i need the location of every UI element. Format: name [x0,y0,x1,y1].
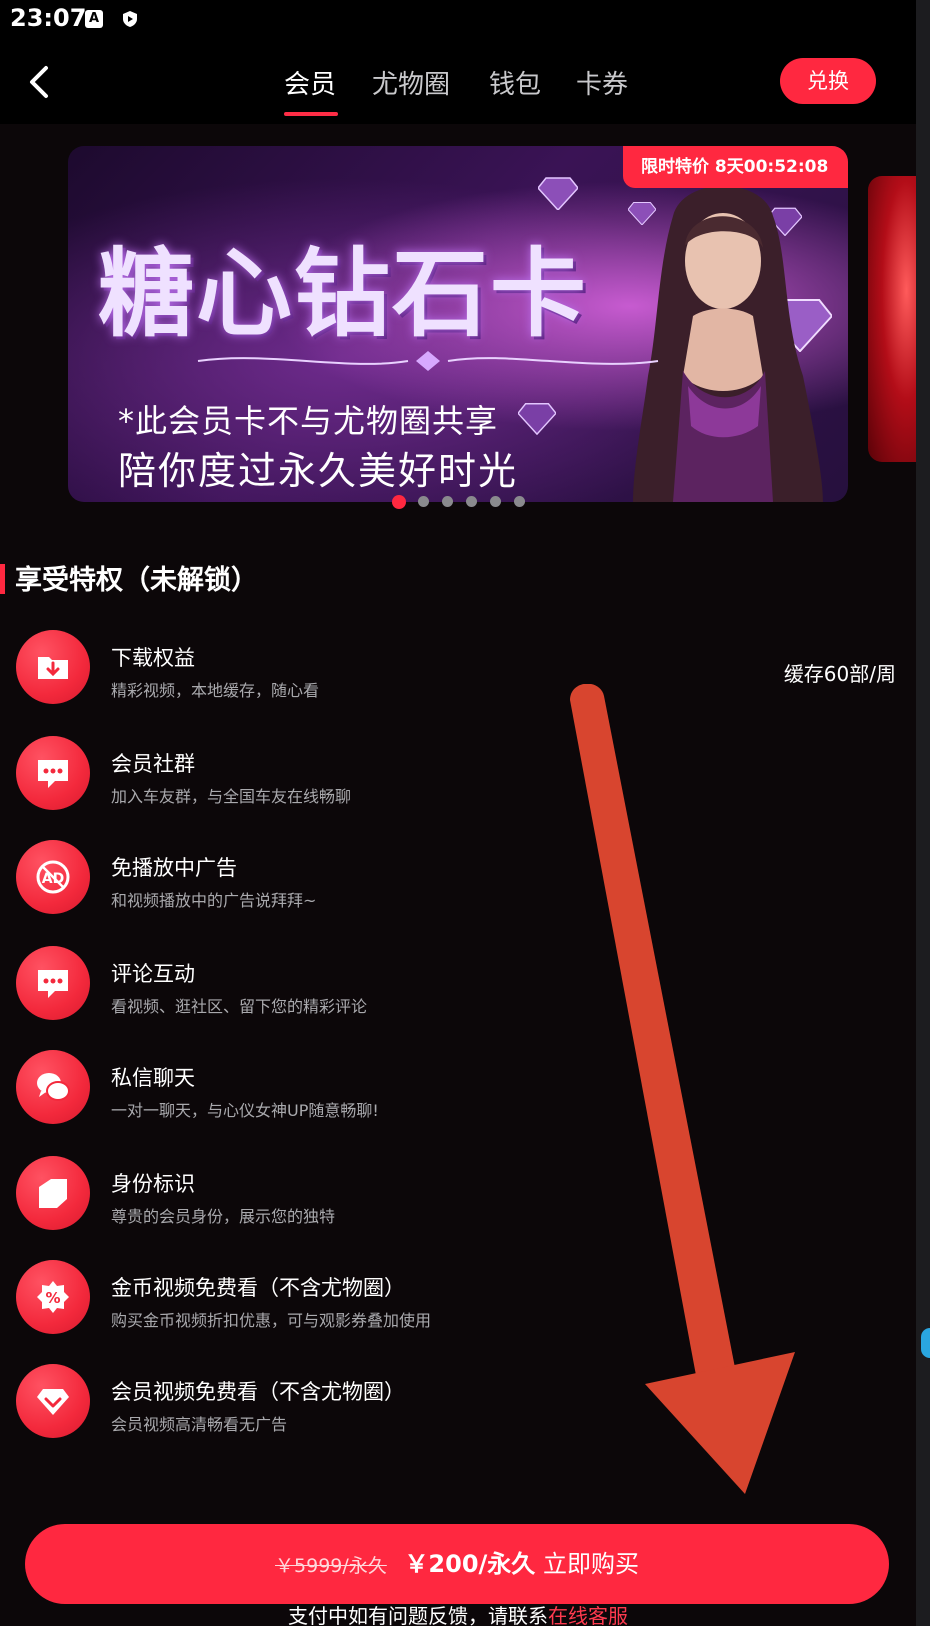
privilege-item: 会员视频免费看（不含尤物圈） 会员视频高清畅看无广告 [0,1364,916,1464]
banner-ornament [197,351,659,371]
privilege-item: 下载权益 精彩视频，本地缓存，随心看 缓存60部/周 [0,630,916,730]
back-arrow-icon[interactable] [22,62,58,102]
privilege-item: 私信聊天 一对一聊天，与心仪女神UP随意畅聊! [0,1050,916,1150]
tab-coupons[interactable]: 卡券 [576,64,628,101]
help-text: 支付中如有问题反馈，请联系 [288,1604,548,1626]
tab-membership[interactable]: 会员 [284,64,336,101]
privilege-quota: 缓存60部/周 [783,662,896,686]
banner-title: 糖心钻石卡 [98,237,588,350]
discount-icon: % [16,1260,90,1334]
a-notification-icon: A [85,10,103,28]
comment-icon [16,946,90,1020]
download-folder-icon [16,630,90,704]
privilege-item: 评论互动 看视频、逛社区、留下您的精彩评论 [0,946,916,1046]
group-chat-icon [16,736,90,810]
privilege-title: 会员视频免费看（不含尤物圈） [111,1380,405,1404]
promo-countdown: 8天00:52:08 [714,157,829,177]
active-tab-indicator [284,112,338,116]
floating-handle[interactable] [921,1328,930,1358]
privilege-subtitle: 会员视频高清畅看无广告 [111,1415,288,1434]
pagination-dot-3[interactable] [442,496,453,507]
section-accent-bar [0,564,5,594]
privilege-subtitle: 精彩视频，本地缓存，随心看 [111,681,320,700]
model-figure [633,186,823,502]
privilege-title: 私信聊天 [111,1066,195,1090]
sale-price: ￥200/永久 [404,1550,536,1578]
privilege-subtitle: 看视频、逛社区、留下您的精彩评论 [111,997,368,1016]
pagination-dot-4[interactable] [466,496,477,507]
private-message-icon [16,1050,90,1124]
tab-youwu-circle[interactable]: 尤物圈 [372,64,450,101]
limited-offer-badge: 限时特价 8天00:52:08 [623,146,848,188]
status-time: 23:07 [10,4,87,32]
pagination-dot-6[interactable] [514,496,525,507]
privilege-title: 金币视频免费看（不含尤物圈） [111,1276,405,1300]
online-support-link[interactable]: 在线客服 [548,1604,628,1626]
privilege-subtitle: 和视频播放中的广告说拜拜~ [111,891,317,910]
section-title: 享受特权（未解锁） [15,565,258,596]
top-navigation: 会员 尤物圈 钱包 卡券 兑换 [0,40,916,124]
privilege-title: 评论互动 [111,962,195,986]
privilege-item: % 金币视频免费看（不含尤物圈） 购买金币视频折扣优惠，可与观影券叠加使用 [0,1260,916,1360]
status-bar: 23:07 A [0,0,916,40]
privilege-subtitle: 尊贵的会员身份，展示您的独特 [111,1207,336,1226]
pagination-dot-5[interactable] [490,496,501,507]
privilege-title: 下载权益 [111,646,195,670]
membership-content: 糖心钻石卡 *此会员卡不与尤物圈共享 陪你度过永久美好时光 限时特价 8天00:… [0,124,916,1626]
tab-wallet[interactable]: 钱包 [489,64,541,101]
privilege-item: 会员社群 加入车友群，与全国车友在线畅聊 [0,736,916,836]
original-price: ￥5999/永久 [275,1555,387,1577]
privilege-title: 身份标识 [111,1172,195,1196]
pagination-dot-1[interactable] [392,495,406,509]
privilege-title: 会员社群 [111,752,195,776]
privilege-item: AD 免播放中广告 和视频播放中的广告说拜拜~ [0,840,916,940]
redeem-button[interactable]: 兑换 [780,58,876,104]
identity-badge-icon [16,1156,90,1230]
ad-free-icon: AD [16,840,90,914]
privilege-subtitle: 一对一聊天，与心仪女神UP随意畅聊! [111,1101,379,1120]
svg-text:%: % [45,1289,60,1307]
privilege-subtitle: 加入车友群，与全国车友在线畅聊 [111,787,352,806]
gem-decoration-icon [538,177,578,210]
buy-now-button[interactable]: ￥5999/永久 ￥200/永久 立即购买 [25,1524,889,1604]
privilege-subtitle: 购买金币视频折扣优惠，可与观影券叠加使用 [111,1311,432,1330]
buy-now-label: 立即购买 [542,1550,639,1578]
banner-notice: *此会员卡不与尤物圈共享 [118,402,499,440]
pagination-dot-2[interactable] [418,496,429,507]
shield-icon [123,11,137,27]
promo-label: 限时特价 [641,157,709,177]
privilege-item: 身份标识 尊贵的会员身份，展示您的独特 [0,1156,916,1256]
banner-tagline: 陪你度过永久美好时光 [118,449,519,493]
screen-edge [916,0,930,1626]
next-banner-preview[interactable] [868,176,916,462]
privilege-title: 免播放中广告 [111,856,237,880]
diamond-icon [16,1364,90,1438]
gem-decoration-icon [518,403,556,435]
membership-banner[interactable]: 糖心钻石卡 *此会员卡不与尤物圈共享 陪你度过永久美好时光 [68,146,848,502]
